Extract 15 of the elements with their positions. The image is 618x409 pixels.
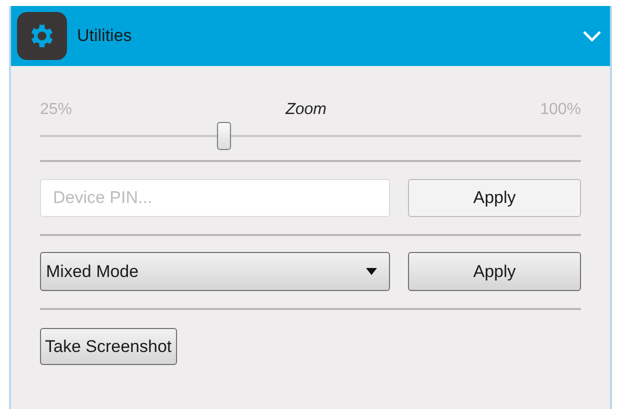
- chevron-icon[interactable]: [582, 30, 602, 42]
- zoom-slider[interactable]: [40, 122, 581, 150]
- apply-button[interactable]: Apply: [408, 179, 581, 217]
- dropdown-arrow-icon: [366, 268, 377, 275]
- device-pin-field[interactable]: Device PIN...: [40, 179, 390, 217]
- apply-button[interactable]: Apply: [408, 252, 581, 291]
- zoom-min-label: 25%: [40, 100, 72, 120]
- slider-thumb[interactable]: [216, 122, 231, 150]
- zoom-label: Zoom: [286, 100, 326, 120]
- take-screenshot-button[interactable]: Take Screenshot: [40, 328, 177, 365]
- gear-icon: [17, 12, 67, 60]
- panel-header[interactable]: Utilities: [11, 6, 610, 66]
- zoom-max-label: 100%: [540, 100, 581, 120]
- mode-dropdown[interactable]: Mixed Mode: [40, 252, 390, 291]
- panel-title: Utilities: [77, 25, 133, 48]
